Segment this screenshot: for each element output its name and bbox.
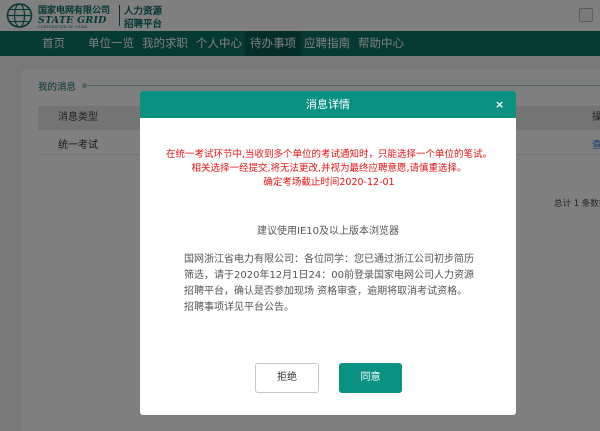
reject-button[interactable]: 拒绝: [255, 363, 319, 393]
warning-line-1: 在统一考试环节中,当收到多个单位的考试通知时，只能选择一个单位的笔试。: [165, 149, 493, 160]
browser-hint: 建议使用IE10及以上版本浏览器: [257, 226, 399, 237]
warning-line-3: 确定考场截止时间2020-12-01: [263, 177, 395, 188]
agree-button[interactable]: 同意: [339, 363, 402, 393]
message-detail-dialog: 消息详情 × 在统一考试环节中,当收到多个单位的考试通知时，只能选择一个单位的笔…: [140, 91, 516, 415]
close-icon[interactable]: ×: [495, 91, 504, 118]
notice-text: 国网浙江省电力有限公司：各位同学：您已通过浙江公司初步简历筛选，请于2020年1…: [184, 254, 474, 313]
dialog-title: 消息详情: [306, 98, 350, 111]
warning-text: 在统一考试环节中,当收到多个单位的考试通知时，只能选择一个单位的笔试。 相关选择…: [162, 148, 496, 190]
dialog-header: 消息详情 ×: [140, 91, 516, 118]
warning-line-2: 相关选择一经提交,将无法更改,并视为最终应聘意愿,请慎重选择。: [191, 163, 467, 174]
